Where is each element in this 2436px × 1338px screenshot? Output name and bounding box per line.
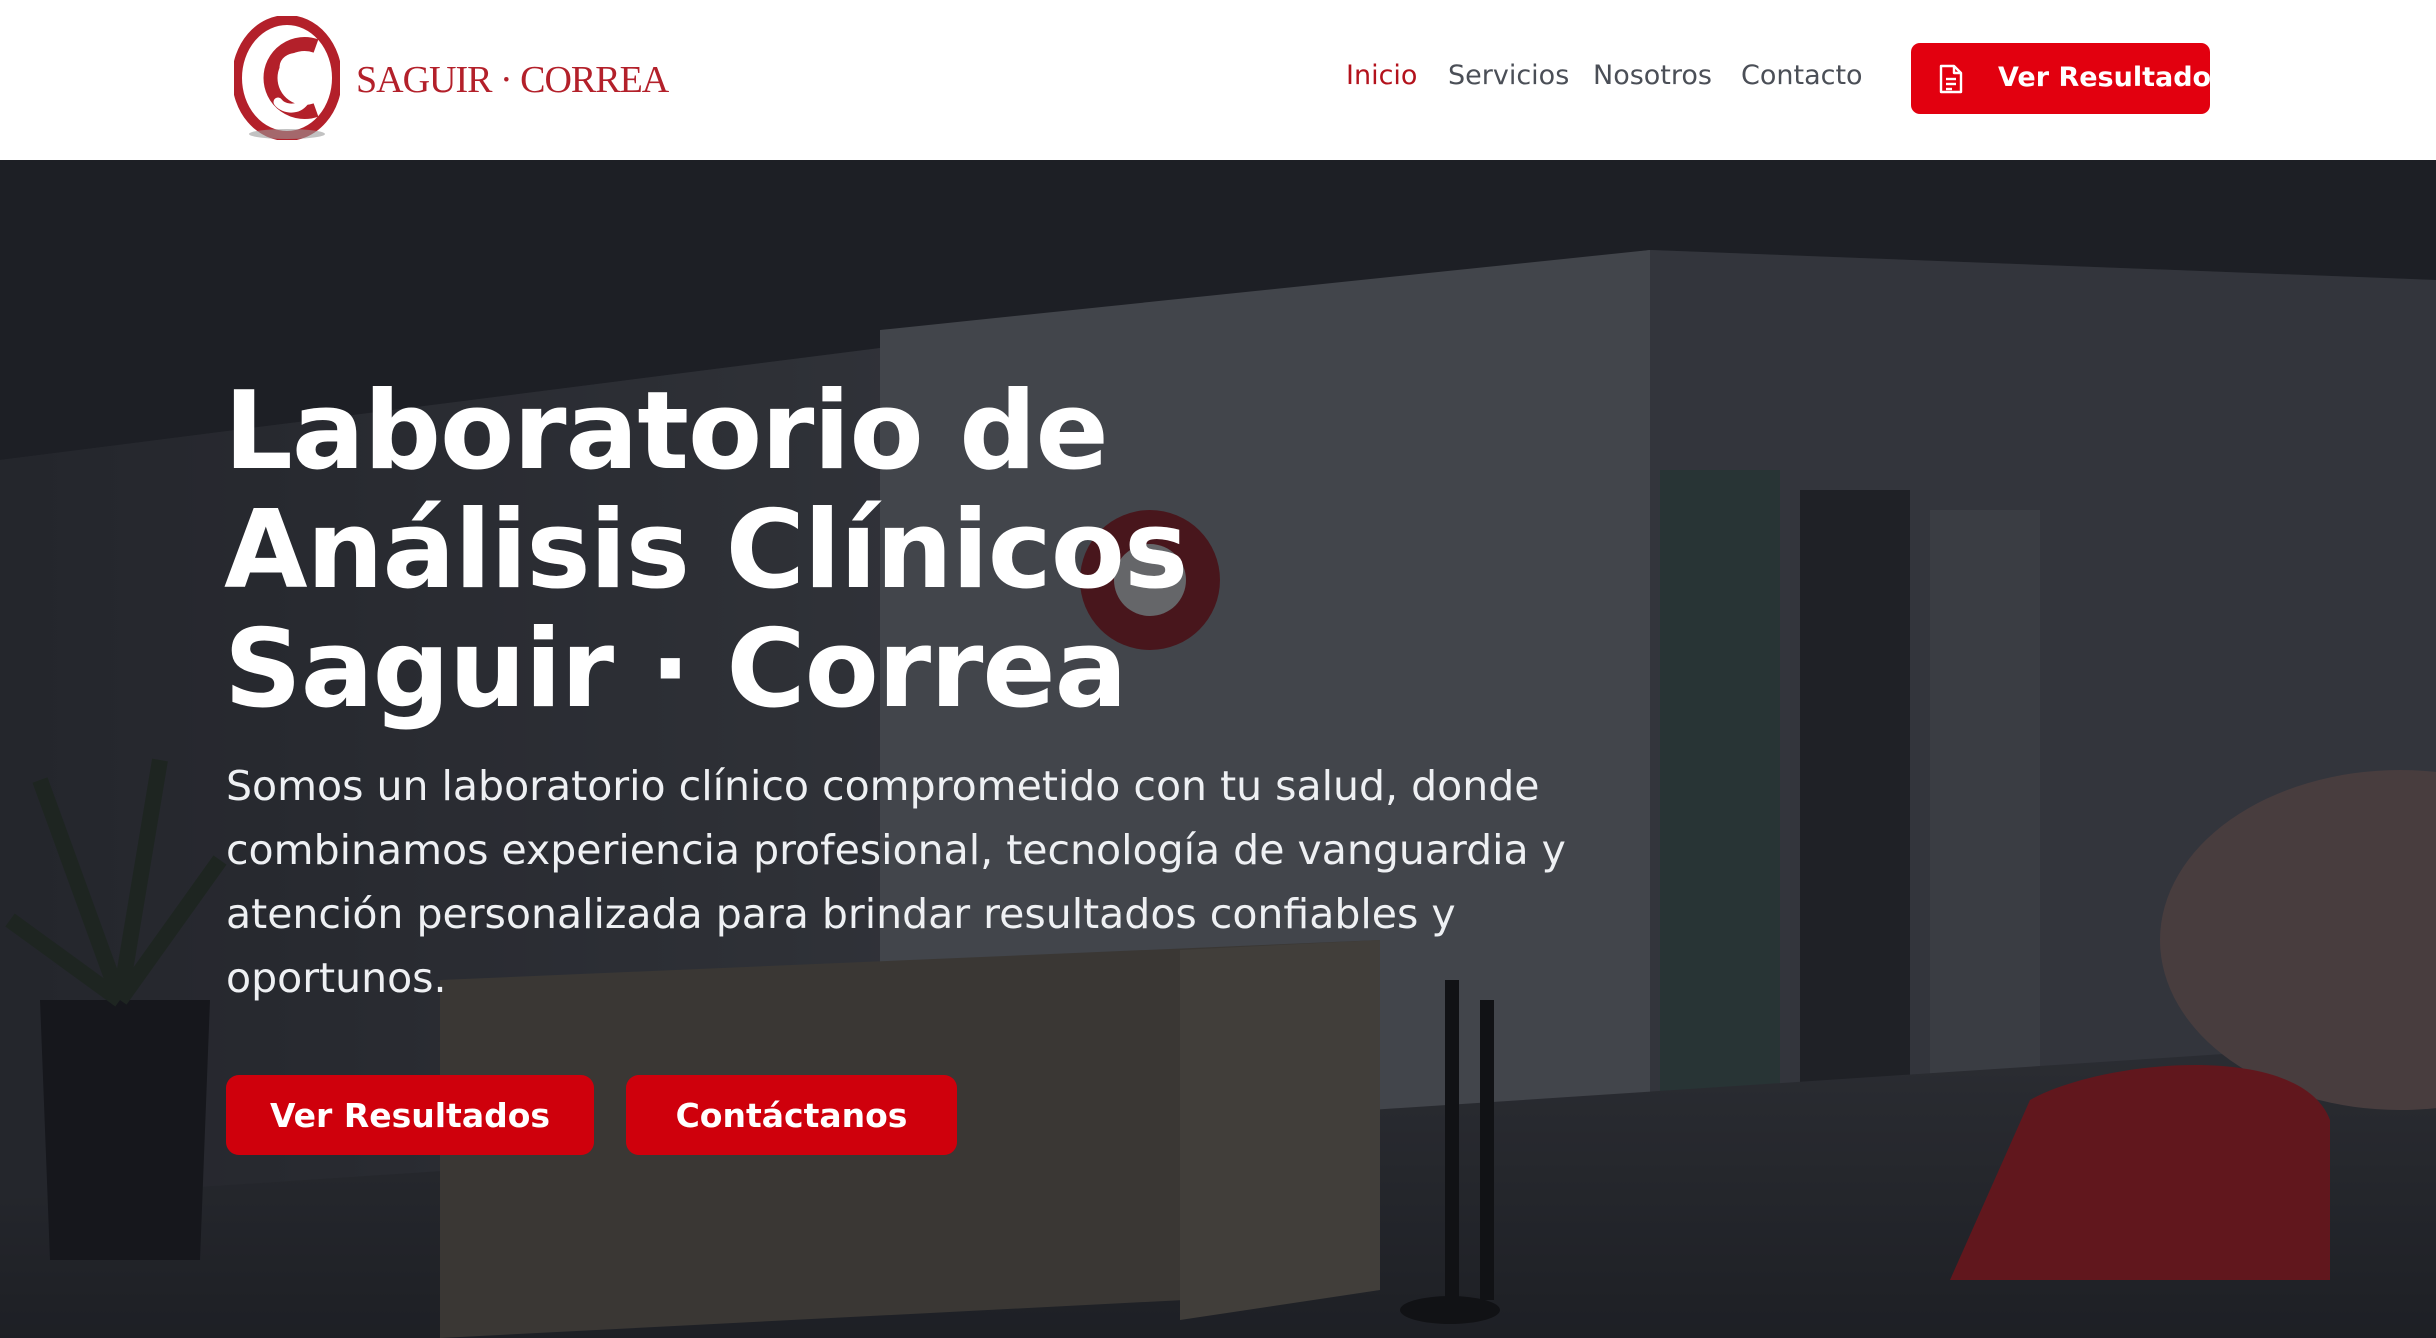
hero-title-line: Laboratorio de [224, 369, 1109, 494]
document-icon [1939, 64, 1963, 94]
brand-name: SAGUIR · CORREA [356, 59, 669, 101]
nav-servicios[interactable]: Servicios [1448, 60, 1569, 91]
nav-inicio[interactable]: Inicio [1346, 60, 1417, 91]
hero-title-line: Saguir · Correa [224, 607, 1127, 732]
nav-contacto[interactable]: Contacto [1741, 60, 1863, 91]
hero-title: Laboratorio de Análisis Clínicos Saguir … [224, 372, 1324, 729]
nav-nosotros[interactable]: Nosotros [1593, 60, 1712, 91]
hero-section: Laboratorio de Análisis Clínicos Saguir … [0, 160, 2436, 1338]
hero-subtitle: Somos un laboratorio clínico comprometid… [226, 762, 1566, 1002]
header-results-button[interactable]: Ver Resultados [1911, 43, 2227, 114]
hero-results-button[interactable]: Ver Resultados [226, 1075, 594, 1155]
hero-contact-button[interactable]: Contáctanos [626, 1075, 957, 1155]
site-header: SAGUIR · CORREA Inicio Servicios Nosotro… [0, 0, 2436, 160]
hero-dark-overlay [0, 160, 2436, 1338]
header-results-label: Ver Resultados [1998, 62, 2228, 93]
hero-title-line: Análisis Clínicos [224, 488, 1188, 613]
cs-monogram-logo-icon [234, 16, 340, 140]
brand-logo[interactable]: SAGUIR · CORREA [234, 16, 669, 140]
